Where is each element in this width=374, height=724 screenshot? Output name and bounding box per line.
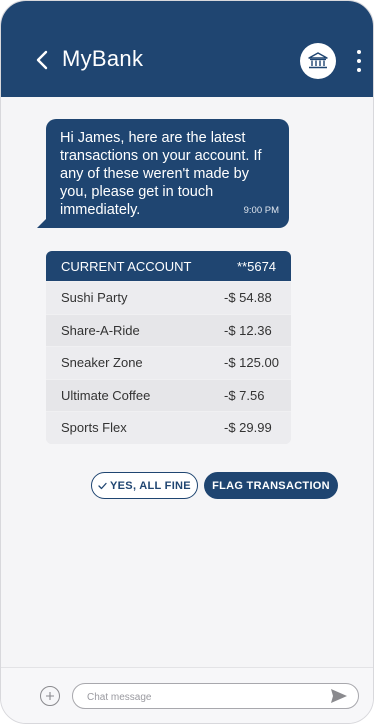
- chat-input-wrapper: [72, 683, 359, 709]
- bank-icon: [308, 52, 328, 69]
- back-button[interactable]: [31, 47, 53, 73]
- message-time: 9:00 PM: [243, 205, 279, 216]
- transaction-list: Sushi Party -$ 54.88 Share-A-Ride -$ 12.…: [46, 281, 291, 444]
- account-header: CURRENT ACCOUNT **5674: [46, 251, 291, 281]
- more-vertical-icon: [357, 50, 361, 54]
- composer-bar: [1, 667, 373, 723]
- plus-circle-icon: [46, 692, 54, 700]
- add-attachment-button[interactable]: [40, 686, 60, 706]
- transaction-amount: -$ 7.56: [224, 387, 265, 403]
- bank-button[interactable]: [300, 43, 336, 79]
- chat-message-input[interactable]: [85, 687, 329, 707]
- message-bubble: Hi James, here are the latest transactio…: [46, 119, 289, 228]
- app-title: MyBank: [62, 46, 144, 71]
- bubble-tail: [37, 218, 47, 228]
- send-icon[interactable]: [330, 688, 348, 704]
- transaction-row: Sneaker Zone -$ 125.00: [46, 346, 291, 379]
- transaction-amount: -$ 29.99: [224, 420, 272, 436]
- yes-all-fine-label: YES, ALL FINE: [110, 479, 191, 492]
- transaction-row: Sports Flex -$ 29.99: [46, 411, 291, 444]
- transaction-amount: -$ 54.88: [224, 290, 272, 306]
- transaction-merchant: Ultimate Coffee: [61, 387, 151, 403]
- transaction-merchant: Sneaker Zone: [61, 355, 143, 371]
- transaction-amount: -$ 12.36: [224, 322, 272, 338]
- transaction-row: Share-A-Ride -$ 12.36: [46, 313, 291, 347]
- transaction-row: Ultimate Coffee -$ 7.56: [46, 378, 291, 412]
- flag-transaction-button[interactable]: FLAG TRANSACTION: [204, 472, 338, 499]
- account-name: CURRENT ACCOUNT: [61, 258, 192, 274]
- phone-screen: MyBank Hi James, here are the latest tra…: [0, 0, 374, 724]
- check-icon: [98, 482, 107, 489]
- message-text: Hi James, here are the latest transactio…: [60, 130, 262, 218]
- chevron-left-icon: [36, 50, 48, 70]
- yes-all-fine-button[interactable]: YES, ALL FINE: [91, 472, 198, 499]
- chat-area: Hi James, here are the latest transactio…: [1, 97, 373, 667]
- transaction-merchant: Sushi Party: [61, 290, 128, 306]
- quick-replies: YES, ALL FINE FLAG TRANSACTION: [1, 472, 373, 502]
- account-number: **5674: [237, 258, 277, 274]
- transaction-row: Sushi Party -$ 54.88: [46, 281, 291, 314]
- transaction-merchant: Share-A-Ride: [61, 322, 140, 338]
- account-card: CURRENT ACCOUNT **5674 Sushi Party -$ 54…: [46, 251, 291, 444]
- transaction-merchant: Sports Flex: [61, 420, 127, 436]
- flag-transaction-label: FLAG TRANSACTION: [212, 479, 330, 492]
- more-menu-button[interactable]: [351, 44, 367, 78]
- app-header: MyBank: [1, 1, 373, 97]
- transaction-amount: -$ 125.00: [224, 355, 279, 371]
